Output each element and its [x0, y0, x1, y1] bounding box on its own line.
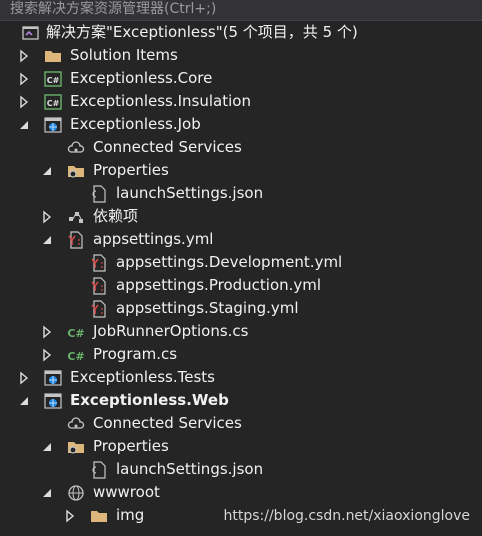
tree-item[interactable]: Exceptionless.Job: [0, 113, 482, 136]
properties-folder-icon: [67, 162, 85, 180]
tree-item-label: 解决方案"Exceptionless"(5 个项目，共 5 个): [46, 23, 358, 41]
tree-item-label: Connected Services: [93, 414, 242, 432]
expanded-arrow-icon[interactable]: [41, 232, 53, 248]
tree-item[interactable]: appsettings.Development.yml: [0, 251, 482, 274]
watermark: https://blog.csdn.net/xiaoxionglove: [223, 508, 471, 524]
csharp-file-icon: C#: [67, 346, 85, 364]
tree-item-label: JobRunnerOptions.cs: [93, 322, 249, 340]
tree-item[interactable]: appsettings.Production.yml: [0, 274, 482, 297]
expanded-arrow-icon[interactable]: [41, 485, 53, 501]
svg-text:C#: C#: [67, 350, 84, 363]
expanded-arrow-icon[interactable]: [18, 117, 30, 133]
connected-services-icon: [67, 415, 85, 433]
tree-item[interactable]: Exceptionless.Web: [0, 389, 482, 412]
tree-item[interactable]: Connected Services: [0, 412, 482, 435]
tree-item-label: launchSettings.json: [116, 460, 264, 478]
yml-file-icon: [90, 254, 108, 272]
tree-item-label: Connected Services: [93, 138, 242, 156]
tree-item-label: wwwroot: [93, 483, 160, 501]
web-project-icon: [44, 392, 62, 410]
tree-item-label: appsettings.Staging.yml: [116, 299, 299, 317]
tree-item[interactable]: Exceptionless.Tests: [0, 366, 482, 389]
tree-item[interactable]: 依赖项: [0, 205, 482, 228]
tree-item[interactable]: launchSettings.json: [0, 182, 482, 205]
tree-item-label: launchSettings.json: [116, 184, 264, 202]
tree-item-label: img: [116, 506, 145, 524]
tree-item-label: appsettings.Development.yml: [116, 253, 343, 271]
expanded-arrow-icon[interactable]: [41, 163, 53, 179]
tree-item-label: appsettings.Production.yml: [116, 276, 322, 294]
tree-item[interactable]: Properties: [0, 159, 482, 182]
tree-item[interactable]: Solution Items: [0, 44, 482, 67]
yml-file-icon: [67, 231, 85, 249]
dependencies-icon: [67, 208, 85, 226]
tree-item[interactable]: launchSettings.json: [0, 458, 482, 481]
tree-item-label: Exceptionless.Core: [70, 69, 213, 87]
connected-services-icon: [67, 139, 85, 157]
globe-icon: [67, 484, 85, 502]
web-project-icon: [44, 369, 62, 387]
svg-text:C#: C#: [47, 76, 60, 85]
solution-icon: [22, 24, 40, 42]
tree-item-label: Properties: [93, 437, 169, 455]
folder-icon: [90, 507, 108, 525]
tree-item[interactable]: C# Exceptionless.Core: [0, 67, 482, 90]
tree-item[interactable]: appsettings.yml: [0, 228, 482, 251]
svg-text:C#: C#: [67, 327, 84, 340]
tree-item-label: Exceptionless.Job: [70, 115, 201, 133]
tree-item[interactable]: appsettings.Staging.yml: [0, 297, 482, 320]
tree-item-label: 依赖项: [93, 207, 139, 225]
tree-item[interactable]: Connected Services: [0, 136, 482, 159]
json-file-icon: [90, 461, 108, 479]
csharp-project-icon: C#: [44, 70, 62, 88]
yml-file-icon: [90, 277, 108, 295]
expanded-arrow-icon[interactable]: [41, 439, 53, 455]
collapsed-arrow-icon[interactable]: [41, 209, 53, 225]
search-input[interactable]: 搜索解决方案资源管理器(Ctrl+;): [0, 0, 482, 21]
tree-item-label: appsettings.yml: [93, 230, 214, 248]
web-project-icon: [44, 116, 62, 134]
yml-file-icon: [90, 300, 108, 318]
collapsed-arrow-icon[interactable]: [41, 347, 53, 363]
csharp-file-icon: C#: [67, 323, 85, 341]
tree-item-label: Program.cs: [93, 345, 178, 363]
tree-item[interactable]: Properties: [0, 435, 482, 458]
tree-item[interactable]: C# Exceptionless.Insulation: [0, 90, 482, 113]
tree-item[interactable]: C# Program.cs: [0, 343, 482, 366]
collapsed-arrow-icon[interactable]: [18, 48, 30, 64]
svg-text:C#: C#: [47, 99, 60, 108]
tree-item-label: Exceptionless.Insulation: [70, 92, 251, 110]
collapsed-arrow-icon[interactable]: [18, 370, 30, 386]
tree-item-label: Exceptionless.Web: [70, 391, 229, 409]
tree-item[interactable]: C# JobRunnerOptions.cs: [0, 320, 482, 343]
tree-item-label: Solution Items: [70, 46, 178, 64]
tree-item[interactable]: wwwroot: [0, 481, 482, 504]
csharp-project-icon: C#: [44, 93, 62, 111]
properties-folder-icon: [67, 438, 85, 456]
tree-item[interactable]: 解决方案"Exceptionless"(5 个项目，共 5 个): [0, 21, 482, 44]
collapsed-arrow-icon[interactable]: [64, 508, 76, 524]
collapsed-arrow-icon[interactable]: [41, 324, 53, 340]
collapsed-arrow-icon[interactable]: [18, 94, 30, 110]
json-file-icon: [90, 185, 108, 203]
tree-item-label: Properties: [93, 161, 169, 179]
tree-item-label: Exceptionless.Tests: [70, 368, 215, 386]
collapsed-arrow-icon[interactable]: [18, 71, 30, 87]
expanded-arrow-icon[interactable]: [18, 393, 30, 409]
folder-icon: [44, 47, 62, 65]
